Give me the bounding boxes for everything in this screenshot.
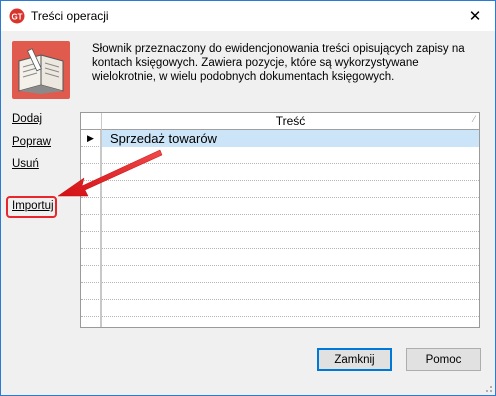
table-cell[interactable] [102,215,479,232]
table-cell[interactable] [102,300,479,317]
app-logo-icon: GT [9,8,25,24]
table-cell[interactable] [102,317,479,327]
resize-grip-icon[interactable] [483,383,493,393]
row-indicator-cell [81,249,101,266]
open-book-icon [12,41,70,99]
table-row[interactable] [81,198,479,215]
table-row[interactable] [81,147,479,164]
dictionary-description: Słownik przeznaczony do ewidencjonowania… [92,43,465,83]
row-indicator-cell [81,317,101,327]
grid-header: Treść ⁄ [81,113,479,130]
table-row[interactable] [81,317,479,327]
row-indicator-cell [81,232,101,249]
table-row[interactable] [81,164,479,181]
import-link[interactable]: Importuj [12,200,54,212]
table-cell[interactable] [102,198,479,215]
row-indicator-cell [81,300,101,317]
edit-link[interactable]: Popraw [12,136,51,148]
table-row[interactable] [81,249,479,266]
svg-text:GT: GT [11,13,22,22]
table-row[interactable] [81,283,479,300]
table-cell[interactable] [102,283,479,300]
row-indicator-cell [81,147,101,164]
table-cell[interactable]: Sprzedaż towarów [102,130,479,147]
close-button[interactable]: Zamknij [317,348,392,371]
table-row[interactable]: ▶ Sprzedaż towarów [81,130,479,147]
cell-text: Sprzedaż towarów [110,131,217,146]
add-link[interactable]: Dodaj [12,113,42,125]
title-bar[interactable]: GT Treści operacji ✕ [1,1,495,31]
window-title: Treści operacji [31,9,109,23]
table-row[interactable] [81,266,479,283]
row-indicator-cell [81,283,101,300]
help-button[interactable]: Pomoc [406,348,481,371]
table-row[interactable] [81,300,479,317]
row-indicator-cell [81,181,101,198]
row-indicator-cell [81,198,101,215]
row-indicator-cell [81,266,101,283]
table-cell[interactable] [102,249,479,266]
contents-grid[interactable]: Treść ⁄ ▶ Sprzedaż towarów [80,112,480,328]
table-cell[interactable] [102,164,479,181]
header-indicator-cell [81,113,102,129]
table-cell[interactable] [102,181,479,198]
table-row[interactable] [81,215,479,232]
table-row[interactable] [81,232,479,249]
column-header-tresc[interactable]: Treść [102,114,479,128]
row-indicator-cell [81,215,101,232]
table-row[interactable] [81,181,479,198]
table-cell[interactable] [102,266,479,283]
row-pointer-icon: ▶ [81,130,101,147]
close-icon: ✕ [468,8,482,25]
dialog-content: Słownik przeznaczony do ewidencjonowania… [1,31,495,395]
row-indicator-cell [81,164,101,181]
sort-icon: ⁄ [473,114,475,124]
close-window-button[interactable]: ✕ [455,1,495,31]
delete-link[interactable]: Usuń [12,158,39,170]
table-cell[interactable] [102,147,479,164]
dialog-window: GT Treści operacji ✕ Słownik przeznaczon… [0,0,496,396]
table-cell[interactable] [102,232,479,249]
